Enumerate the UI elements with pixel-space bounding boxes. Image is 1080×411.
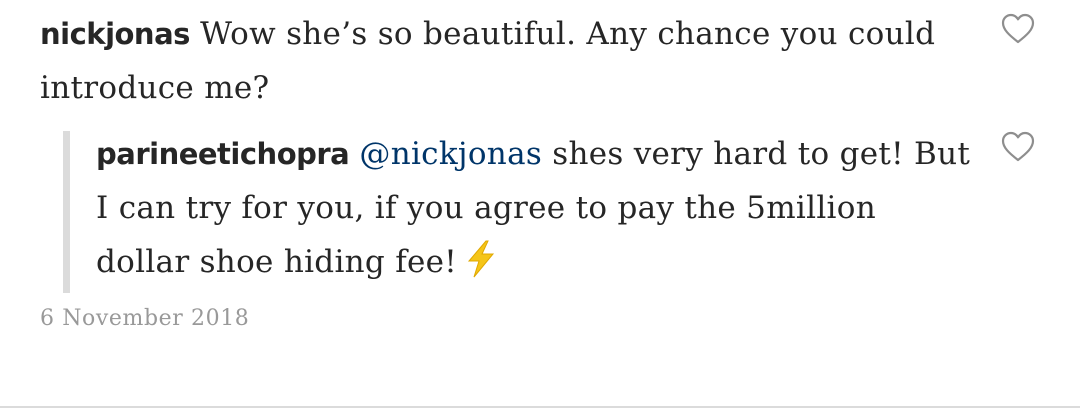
comment-nickjonas: nickjonas Wow she’s so beautiful. Any ch… [40, 7, 970, 115]
comment-username[interactable]: nickjonas [40, 17, 190, 51]
heart-icon[interactable] [1001, 13, 1035, 45]
lightning-emoji-icon [467, 240, 495, 278]
reply-thread-indicator [63, 131, 70, 293]
divider [0, 406, 1080, 408]
comment-reply-parineetichopra: parineetichopra @nickjonas shes very har… [96, 127, 976, 289]
mention-link[interactable]: @nickjonas [359, 136, 542, 172]
heart-icon[interactable] [1001, 131, 1035, 163]
comment-username[interactable]: parineetichopra [96, 137, 350, 171]
comment-timestamp: 6 November 2018 [40, 306, 250, 331]
